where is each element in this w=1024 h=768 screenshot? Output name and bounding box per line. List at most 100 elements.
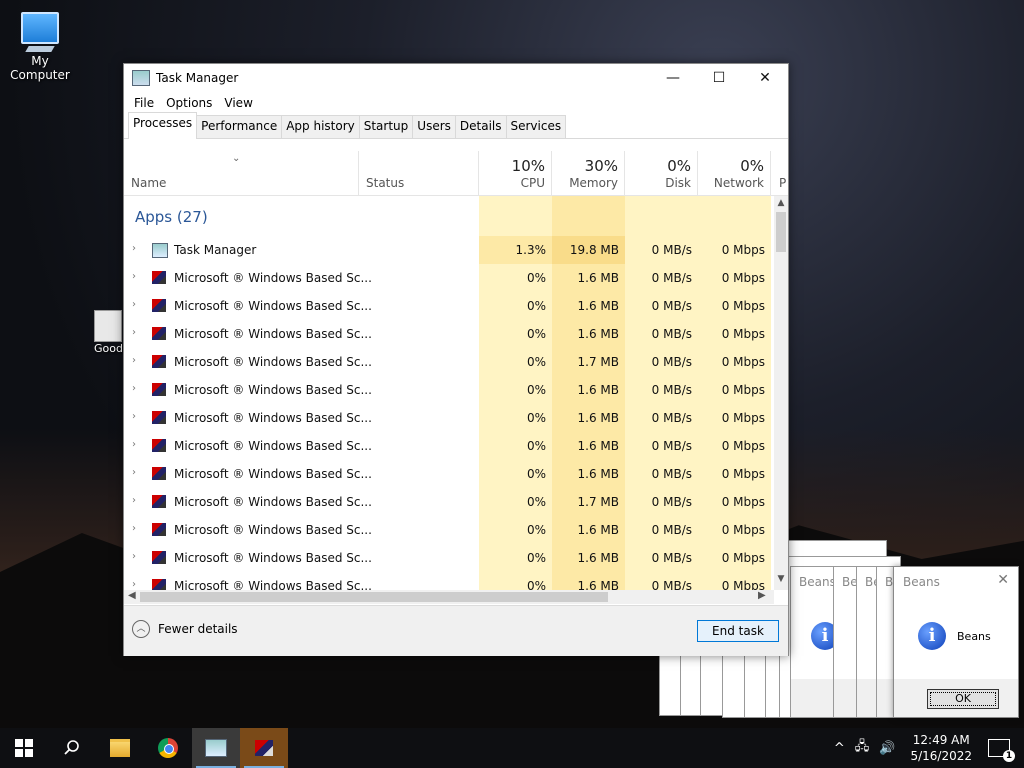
clock[interactable]: 12:49 AM 5/16/2022 [910, 732, 972, 764]
process-row[interactable]: › Microsoft ® Windows Based Sc... 0% 1.6 MB… [124, 376, 774, 404]
process-row[interactable]: › Microsoft ® Windows Based Sc... 0% 1.6 MB… [124, 264, 774, 292]
process-row[interactable]: › Microsoft ® Windows Based Sc... 0% 1.6 MB… [124, 432, 774, 460]
process-network: 0 Mbps [721, 467, 765, 481]
network-icon[interactable]: 🖧 [855, 737, 870, 759]
column-status[interactable]: Status [359, 151, 479, 195]
chevron-up-icon[interactable]: ^ [834, 741, 845, 756]
chevron-right-icon[interactable]: › [132, 355, 136, 366]
process-row[interactable]: › Microsoft ® Windows Based Sc... 0% 1.6 MB… [124, 544, 774, 572]
column-header: ⌄ Name Status 10% CPU 30% Memory 0% Disk… [124, 151, 788, 196]
process-row[interactable]: › Microsoft ® Windows Based Sc... 0% 1.6 MB… [124, 320, 774, 348]
chevron-right-icon[interactable]: › [132, 271, 136, 282]
chevron-right-icon[interactable]: › [132, 411, 136, 422]
script-host-icon [152, 579, 166, 590]
script-host-icon [152, 383, 166, 396]
window-title: Task Manager [156, 71, 239, 85]
maximize-button[interactable]: ☐ [696, 64, 742, 92]
tab-performance[interactable]: Performance [196, 115, 283, 138]
tab-startup[interactable]: Startup [358, 115, 414, 138]
footer: ︿ Fewer details End task [124, 605, 788, 656]
scroll-down-icon[interactable]: ▼ [774, 574, 788, 588]
process-cpu: 0% [526, 383, 546, 397]
taskbar-task-manager[interactable] [192, 728, 240, 768]
chevron-right-icon[interactable]: › [132, 299, 136, 310]
taskbar-script-host[interactable] [240, 728, 288, 768]
process-memory: 1.7 MB [577, 355, 619, 369]
windows-logo-icon [15, 739, 33, 757]
process-name: Task Manager [174, 243, 257, 257]
chevron-right-icon[interactable]: › [132, 243, 136, 254]
notification-icon[interactable]: 1 [988, 739, 1015, 762]
menu-view[interactable]: View [218, 96, 258, 110]
chevron-right-icon[interactable]: › [132, 383, 136, 394]
scroll-right-icon[interactable]: ▶ [758, 590, 766, 601]
taskbar-chrome[interactable] [144, 728, 192, 768]
script-host-icon [152, 439, 166, 452]
scroll-thumb[interactable] [776, 212, 786, 252]
tab-details[interactable]: Details [454, 115, 507, 138]
task-manager-window[interactable]: Task Manager — ☐ ✕ File Options View Pro… [123, 63, 789, 656]
column-network[interactable]: 0% Network [698, 151, 771, 195]
menu-file[interactable]: File [128, 96, 160, 110]
scroll-thumb[interactable] [140, 592, 608, 602]
process-network: 0 Mbps [721, 551, 765, 565]
process-row[interactable]: › Microsoft ® Windows Based Sc... 0% 1.6 MB… [124, 516, 774, 544]
fewer-details-button[interactable]: ︿ Fewer details [132, 620, 238, 638]
process-row[interactable]: › Microsoft ® Windows Based Sc... 0% 1.6 MB… [124, 404, 774, 432]
search-button[interactable] [48, 728, 96, 768]
process-row[interactable]: › Microsoft ® Windows Based Sc... 0% 1.6 MB… [124, 292, 774, 320]
close-button[interactable]: ✕ [742, 64, 788, 92]
end-task-button[interactable]: End task [697, 620, 779, 642]
chevron-right-icon[interactable]: › [132, 439, 136, 450]
process-cpu: 0% [526, 523, 546, 537]
process-name: Microsoft ® Windows Based Sc... [174, 411, 372, 425]
column-cpu[interactable]: 10% CPU [479, 151, 552, 195]
process-network: 0 Mbps [721, 579, 765, 590]
scroll-up-icon[interactable]: ▲ [774, 198, 788, 212]
horizontal-scrollbar[interactable]: ◀ ▶ [124, 590, 774, 604]
process-row[interactable]: › Microsoft ® Windows Based Sc... 0% 1.7 MB… [124, 348, 774, 376]
task-manager-icon [152, 243, 168, 258]
ok-button[interactable]: OK [927, 689, 999, 709]
chevron-right-icon[interactable]: › [132, 579, 136, 590]
process-row[interactable]: › Task Manager 1.3% 19.8 MB 0 MB/s 0 Mbps [124, 236, 774, 264]
process-row[interactable]: › Microsoft ® Windows Based Sc... 0% 1.6 MB… [124, 572, 774, 590]
desktop-icon-google-chrome[interactable]: Good Chro [88, 310, 128, 355]
process-row[interactable]: › Microsoft ® Windows Based Sc... 0% 1.6 MB… [124, 460, 774, 488]
process-disk: 0 MB/s [651, 383, 692, 397]
dialog-title: Beans [903, 575, 940, 589]
column-power[interactable]: P [771, 151, 788, 195]
title-bar[interactable]: Task Manager — ☐ ✕ [124, 64, 788, 92]
script-host-icon [152, 551, 166, 564]
minimize-button[interactable]: — [650, 64, 696, 92]
chevron-right-icon[interactable]: › [132, 495, 136, 506]
chevron-right-icon[interactable]: › [132, 523, 136, 534]
beans-dialog[interactable]: Beans ✕ i Beans OK [893, 566, 1019, 718]
column-memory[interactable]: 30% Memory [552, 151, 625, 195]
scroll-left-icon[interactable]: ◀ [128, 590, 136, 601]
process-network: 0 Mbps [721, 355, 765, 369]
process-disk: 0 MB/s [651, 411, 692, 425]
process-name: Microsoft ® Windows Based Sc... [174, 383, 372, 397]
tab-users[interactable]: Users [412, 115, 456, 138]
chevron-right-icon[interactable]: › [132, 467, 136, 478]
process-disk: 0 MB/s [651, 495, 692, 509]
tab-services[interactable]: Services [505, 115, 567, 138]
tab-processes[interactable]: Processes [128, 112, 198, 139]
volume-icon[interactable]: 🔊 [879, 741, 895, 756]
taskbar-file-explorer[interactable] [96, 728, 144, 768]
process-disk: 0 MB/s [651, 327, 692, 341]
process-row[interactable]: › Microsoft ® Windows Based Sc... 0% 1.7 MB… [124, 488, 774, 516]
desktop-icon-my-computer[interactable]: My Computer [0, 8, 80, 82]
tab-app-history[interactable]: App history [281, 115, 360, 138]
script-host-icon [152, 411, 166, 424]
dialog-message: Beans [957, 630, 991, 643]
chevron-right-icon[interactable]: › [132, 327, 136, 338]
vertical-scrollbar[interactable]: ▲ ▼ [774, 196, 788, 590]
close-icon[interactable]: ✕ [997, 572, 1009, 588]
chevron-right-icon[interactable]: › [132, 551, 136, 562]
start-button[interactable] [0, 728, 48, 768]
column-name[interactable]: ⌄ Name [124, 151, 359, 195]
column-disk[interactable]: 0% Disk [625, 151, 698, 195]
menu-options[interactable]: Options [160, 96, 218, 110]
